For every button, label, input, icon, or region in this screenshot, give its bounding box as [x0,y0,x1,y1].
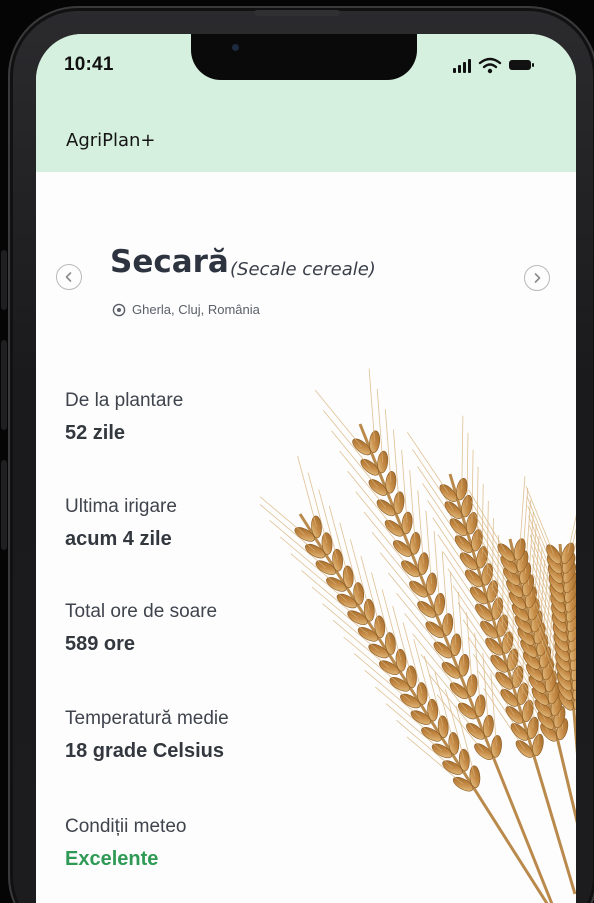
app-title: AgriPlan+ [66,130,156,151]
stat-weather-conditions: Condiții meteo Excelente [65,816,186,871]
device-mockup: 10:41 AgriPlan+ Secară (Secale cereale) … [0,0,594,903]
chevron-right-icon [534,273,541,283]
wheat-illustration [260,368,576,903]
status-time: 10:41 [64,54,114,75]
wifi-icon [478,57,502,74]
battery-icon [509,60,534,70]
phone-notch [191,34,417,80]
stat-label: Ultima irigare [65,496,177,517]
stat-days-since-planting: De la plantare 52 zile [65,390,183,445]
weather-status-badge: Excelente [65,848,159,870]
side-button-mute [1,250,7,310]
stat-value: 52 zile [65,422,126,444]
next-crop-button[interactable] [524,265,550,291]
stat-total-sun-hours: Total ore de soare 589 ore [65,601,217,656]
stat-label: De la plantare [65,390,184,411]
previous-crop-button[interactable] [56,264,82,290]
stat-value: acum 4 zile [65,528,172,550]
stat-last-irrigation: Ultima irigare acum 4 zile [65,496,177,551]
stat-value: 18 grade Celsius [65,740,224,762]
stat-label: Condiții meteo [65,816,187,837]
phone-speaker [254,10,340,16]
stat-value: 589 ore [65,633,136,655]
crop-latin-name: (Secale cereale) [230,259,376,280]
location-text: Gherla, Cluj, România [132,302,260,317]
front-camera [232,44,239,51]
stat-label: Temperatură medie [65,708,229,729]
signal-icon [453,59,471,73]
stat-average-temperature: Temperatură medie 18 grade Celsius [65,708,229,763]
location-pin-icon [112,303,126,316]
phone-screen: 10:41 AgriPlan+ Secară (Secale cereale) … [36,34,576,903]
chevron-left-icon [65,272,72,282]
side-button-volume-up [1,340,7,430]
crop-name: Secară [110,244,229,280]
crop-location: Gherla, Cluj, România [112,302,260,317]
stat-label: Total ore de soare [65,601,218,622]
side-button-volume-down [1,460,7,550]
status-icons [453,57,534,74]
wheat-ears [260,368,576,903]
